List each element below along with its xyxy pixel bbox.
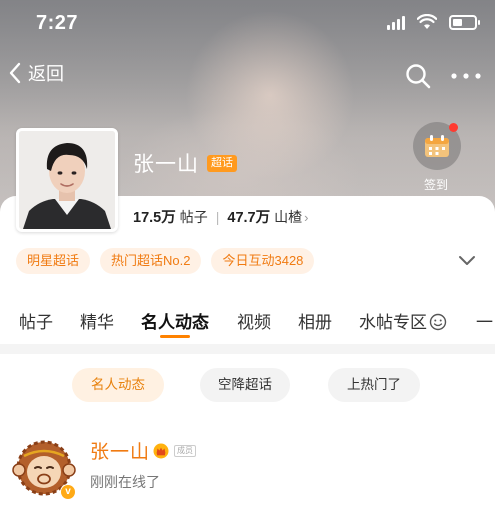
- tag-today-interaction[interactable]: 今日互动3428: [211, 248, 315, 274]
- battery-icon: [449, 14, 480, 30]
- chevron-left-icon: [9, 62, 21, 84]
- tag-hot-rank[interactable]: 热门超话No.2: [100, 248, 202, 274]
- profile-avatar[interactable]: [16, 128, 118, 232]
- filter-row: 名人动态 空降超话 上热门了: [0, 368, 495, 404]
- member-tag: 成员: [174, 444, 197, 457]
- tab-highlights[interactable]: 精华: [80, 308, 114, 333]
- signal-icon: [387, 14, 405, 30]
- tags-row: 明星超话 热门超话No.2 今日互动3428: [16, 248, 315, 274]
- super-topic-badge: 超话: [207, 154, 237, 172]
- tab-overflow[interactable]: 一: [476, 308, 493, 333]
- chevron-right-icon: ›: [304, 210, 309, 225]
- filter-trending[interactable]: 上热门了: [328, 368, 420, 402]
- filter-celebrity-updates[interactable]: 名人动态: [72, 368, 164, 402]
- filter-airdrop-topic[interactable]: 空降超话: [200, 368, 290, 402]
- fans-count[interactable]: 47.7万: [227, 206, 270, 227]
- tab-albums[interactable]: 相册: [298, 308, 332, 333]
- post-author-name[interactable]: 张一山: [90, 437, 150, 464]
- wifi-icon: [417, 14, 437, 29]
- verified-icon: v: [60, 484, 76, 500]
- checkin-label: 签到: [424, 178, 449, 192]
- stats-divider: |: [215, 209, 220, 225]
- avatar-portrait: [19, 131, 115, 229]
- section-divider: [0, 344, 495, 354]
- emoji-icon: [429, 313, 447, 331]
- back-button[interactable]: 返回: [8, 60, 64, 86]
- status-icons: [387, 14, 480, 30]
- post-author-row: 张一山 成员: [90, 437, 197, 464]
- chevron-down-icon[interactable]: [458, 254, 476, 268]
- profile-stats: 17.5万 帖子 | 47.7万 山楂 ›: [133, 206, 308, 227]
- fans-label[interactable]: 山楂: [274, 207, 302, 227]
- tag-star-topic[interactable]: 明星超话: [16, 248, 91, 274]
- tab-water-posts[interactable]: 水帖专区: [359, 308, 447, 333]
- post-status-text: 刚刚在线了: [90, 474, 160, 490]
- tab-videos[interactable]: 视频: [237, 308, 271, 333]
- status-time: 7:27: [36, 12, 79, 34]
- checkin-button[interactable]: [413, 122, 461, 170]
- tab-celebrity-updates[interactable]: 名人动态: [141, 308, 209, 333]
- active-tab-indicator: [160, 335, 190, 338]
- posts-label: 帖子: [179, 209, 208, 225]
- tab-posts[interactable]: 帖子: [19, 308, 53, 333]
- profile-name-row: 张一山 超话: [133, 148, 237, 178]
- crown-icon: [153, 443, 169, 458]
- profile-name: 张一山: [133, 153, 199, 176]
- back-label: 返回: [28, 64, 64, 84]
- tab-bar: 帖子 精华 名人动态 视频 相册 水帖专区 一: [0, 300, 495, 344]
- tab-water-posts-label: 水帖专区: [359, 313, 427, 332]
- more-icon[interactable]: [448, 64, 484, 88]
- posts-count: 17.5万: [133, 210, 176, 226]
- notification-dot: [449, 123, 458, 132]
- status-bar: 7:27: [0, 0, 495, 48]
- calendar-icon: [425, 135, 449, 157]
- nav-bar: 返回: [0, 52, 495, 96]
- search-icon[interactable]: [404, 62, 432, 90]
